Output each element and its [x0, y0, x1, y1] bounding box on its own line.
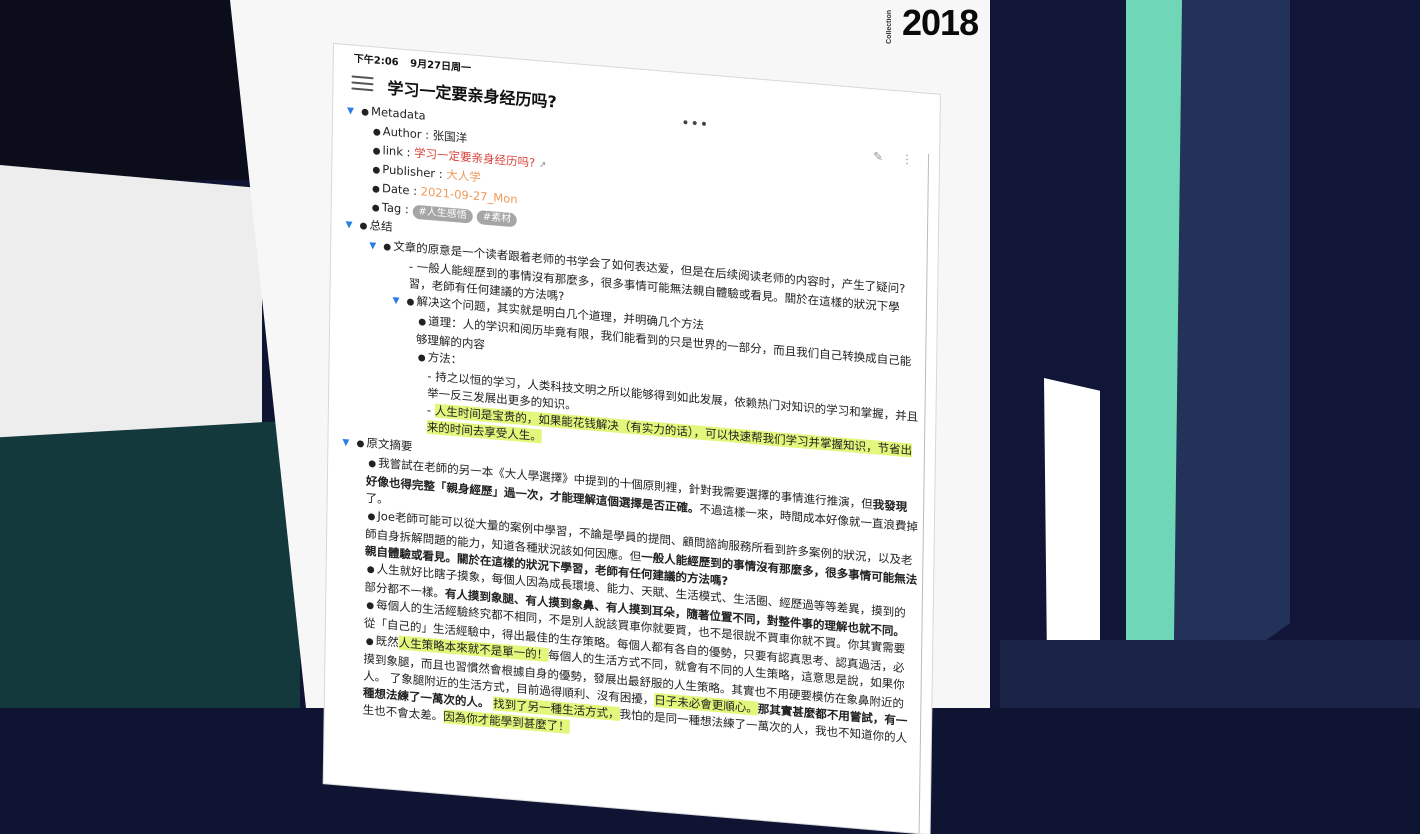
- field-label: link: [382, 143, 404, 159]
- background-white-band: [0, 165, 262, 455]
- bullet-icon: ●: [368, 458, 377, 470]
- outline-document: ▼ ● Metadata ● Author : 张国洋 ● link : 学习一定要亲身…: [339, 101, 924, 765]
- collapse-arrow-icon[interactable]: ▼: [392, 293, 404, 311]
- collapse-arrow-icon[interactable]: ▼: [342, 435, 354, 453]
- menu-icon[interactable]: [351, 75, 374, 92]
- node-label: 总结: [369, 218, 393, 234]
- bullet-icon: ●: [372, 165, 381, 176]
- bullet-icon: ●: [356, 438, 365, 450]
- field-label: Publisher: [382, 162, 436, 181]
- field-label: Author: [382, 124, 422, 142]
- node-label: Metadata: [371, 104, 426, 123]
- bullet-icon: ●: [361, 107, 370, 118]
- bullet-icon: ●: [359, 221, 368, 232]
- bullet-icon: ●: [372, 127, 381, 138]
- background-teal-stripe: [1126, 0, 1182, 670]
- background-bottom-dark: [1000, 640, 1420, 708]
- background-dark-teal-panel: [0, 420, 300, 708]
- node-text: 方法：: [427, 349, 463, 367]
- calendar-brand: Collection: [886, 10, 893, 44]
- node-label: 原文摘要: [366, 435, 413, 454]
- background-black-panel: [0, 0, 260, 180]
- author-value: 张国洋: [432, 128, 468, 146]
- collapse-arrow-icon[interactable]: ▼: [345, 217, 357, 235]
- field-label: Date: [381, 181, 410, 198]
- bullet-icon: ●: [366, 600, 375, 612]
- bullet-icon: ●: [372, 146, 381, 157]
- bullet-icon: ●: [365, 636, 374, 648]
- field-label: Tag: [381, 200, 402, 216]
- collapse-arrow-icon[interactable]: ▼: [369, 238, 381, 256]
- status-date: 9月27日周一: [410, 58, 472, 75]
- tag-chip[interactable]: #素材: [476, 210, 518, 228]
- bullet-icon: ●: [418, 317, 427, 328]
- background-navy-stripe: [1172, 0, 1290, 708]
- status-time: 下午2:06: [353, 53, 399, 69]
- bullet-icon: ●: [371, 203, 380, 214]
- calendar-year: 2018: [902, 2, 979, 43]
- node-text: 既然: [375, 633, 399, 650]
- bullet-icon: ●: [406, 297, 415, 308]
- collapse-arrow-icon[interactable]: ▼: [347, 103, 359, 121]
- bullet-icon: ●: [417, 353, 426, 364]
- publisher-value[interactable]: 大人学: [446, 167, 481, 184]
- app-screen: 下午2:06 9月27日周一 学习一定要亲身经历吗? ••• ✎ ⋮ ▼ ● Met…: [323, 44, 940, 834]
- external-link-icon[interactable]: ↗: [539, 160, 547, 171]
- bullet-icon: ●: [383, 242, 392, 253]
- bullet-icon: ●: [366, 564, 375, 576]
- bullet-icon: ●: [372, 184, 381, 195]
- bullet-icon: ●: [367, 511, 376, 523]
